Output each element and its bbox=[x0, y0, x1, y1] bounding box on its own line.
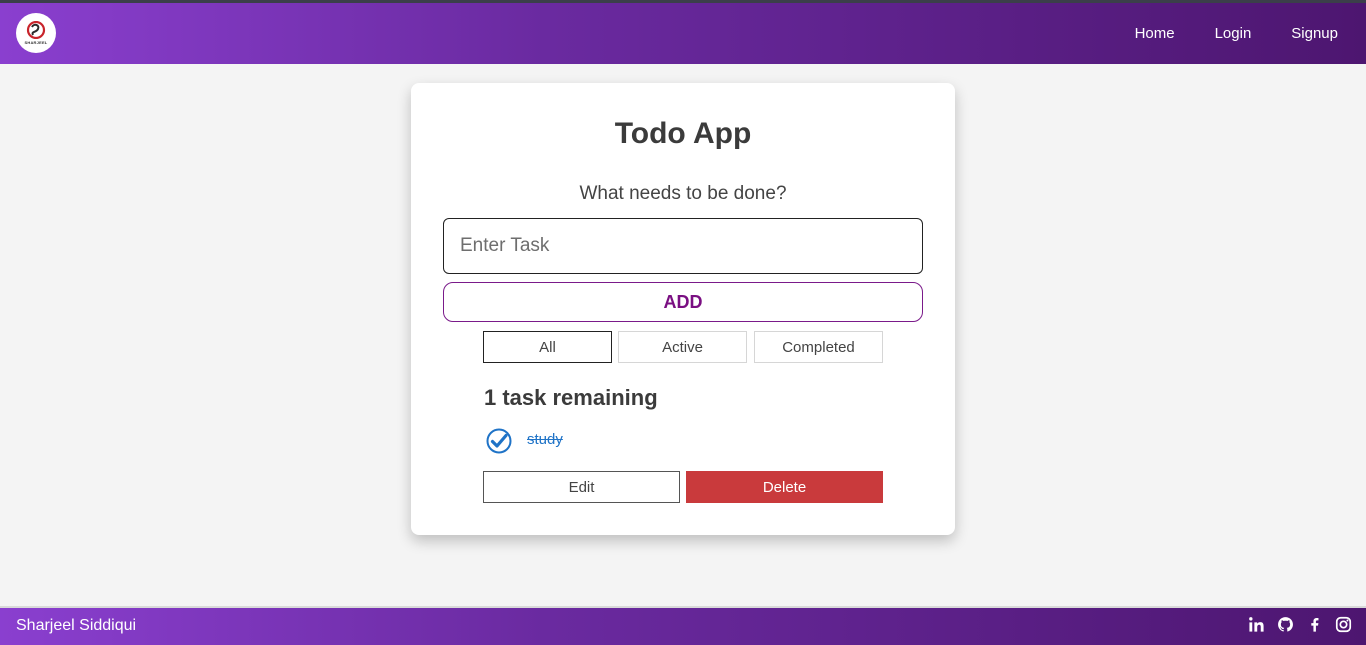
filter-group: All Active Completed bbox=[483, 331, 883, 363]
navbar: SHARJEEL Home Login Signup bbox=[0, 3, 1366, 64]
page-title: Todo App bbox=[614, 117, 752, 150]
checkbox-checked-icon[interactable] bbox=[485, 427, 513, 455]
facebook-icon[interactable] bbox=[1306, 616, 1323, 633]
task-label[interactable]: study bbox=[527, 431, 563, 448]
logo-mark-icon bbox=[26, 21, 46, 39]
brand-logo[interactable]: SHARJEEL bbox=[16, 13, 56, 53]
edit-task-button[interactable]: Edit bbox=[483, 471, 680, 503]
tasks-remaining-heading: 1 task remaining bbox=[484, 385, 658, 410]
github-icon[interactable] bbox=[1277, 616, 1294, 633]
logo-text: SHARJEEL bbox=[24, 40, 48, 45]
add-task-button[interactable]: ADD bbox=[443, 282, 923, 322]
delete-task-button[interactable]: Delete bbox=[686, 471, 883, 503]
footer-author-name: Sharjeel Siddiqui bbox=[16, 617, 137, 634]
nav-links: Home Login Signup bbox=[1095, 3, 1338, 64]
linkedin-icon[interactable] bbox=[1248, 616, 1265, 633]
instagram-icon[interactable] bbox=[1335, 616, 1352, 633]
filter-active-button[interactable]: Active bbox=[618, 331, 747, 363]
nav-home-link[interactable]: Home bbox=[1135, 25, 1175, 42]
task-input[interactable] bbox=[443, 218, 923, 274]
task-prompt: What needs to be done? bbox=[579, 183, 787, 204]
todo-card: Todo App What needs to be done? ADD All … bbox=[411, 83, 955, 535]
nav-signup-link[interactable]: Signup bbox=[1291, 25, 1338, 42]
task-item: study bbox=[485, 427, 865, 455]
nav-login-link[interactable]: Login bbox=[1215, 25, 1252, 42]
filter-completed-button[interactable]: Completed bbox=[754, 331, 883, 363]
filter-all-button[interactable]: All bbox=[483, 331, 612, 363]
footer: Sharjeel Siddiqui bbox=[0, 606, 1366, 645]
social-links bbox=[1248, 616, 1352, 633]
